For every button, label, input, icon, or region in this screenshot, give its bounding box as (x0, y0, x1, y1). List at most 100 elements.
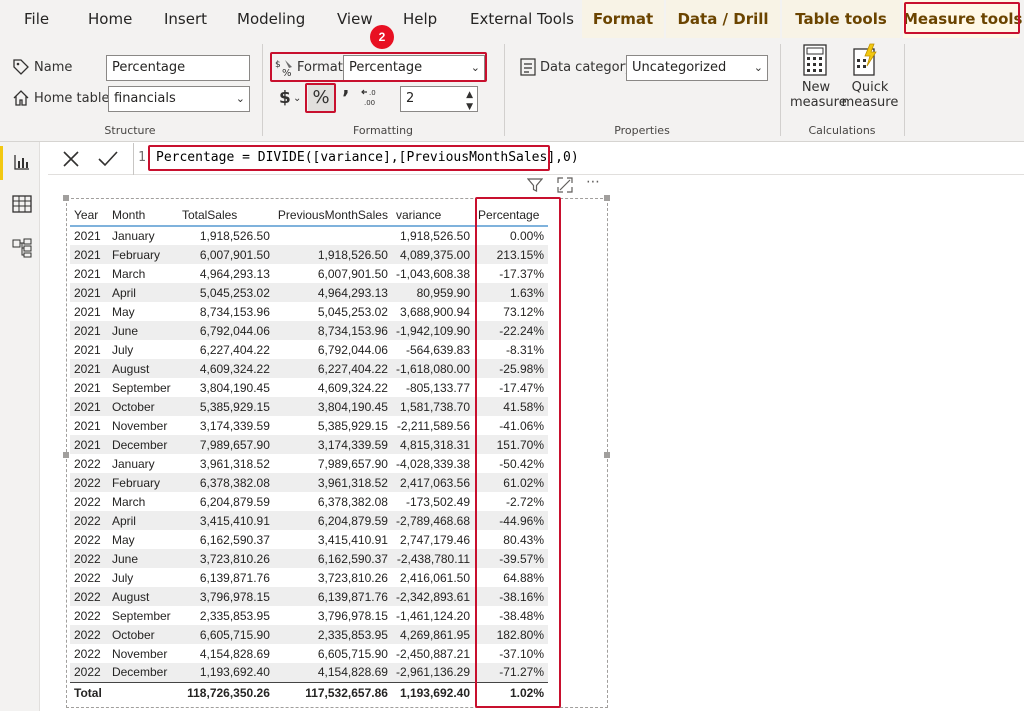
table-cell: 6,227,404.22 (273, 359, 392, 378)
data-view-icon[interactable] (12, 195, 32, 217)
table-cell: 4,609,324.22 (177, 359, 274, 378)
table-cell: 2022 (70, 549, 108, 568)
tab-format[interactable]: Format (582, 0, 664, 38)
currency-button[interactable]: $ (279, 88, 291, 108)
quick-measure-button[interactable]: Quick measure (840, 80, 900, 110)
tab-table-tools[interactable]: Table tools (782, 0, 900, 38)
table-cell: 8,734,153.96 (273, 321, 392, 340)
home-icon (12, 89, 30, 111)
table-cell: -2,789,468.68 (391, 511, 475, 530)
table-cell: 3,688,900.94 (391, 302, 475, 321)
model-view-icon[interactable] (12, 238, 32, 262)
table-cell: 6,007,901.50 (177, 245, 274, 264)
table-cell: December (107, 435, 178, 454)
table-cell: November (107, 644, 178, 663)
home-table-label: Home table (34, 91, 110, 106)
table-cell: 8,734,153.96 (177, 302, 274, 321)
menu-bar: File Home Insert Modeling View Help Exte… (0, 0, 1024, 38)
table-cell: 3,804,190.45 (273, 397, 392, 416)
table-cell: 3,174,339.59 (177, 416, 274, 435)
tab-data-drill[interactable]: Data / Drill (666, 0, 780, 38)
decrease-decimal-icon[interactable]: .0.00 (360, 86, 382, 112)
data-category-select[interactable]: Uncategorized ⌄ (626, 55, 768, 81)
total-cell (107, 681, 178, 704)
menu-file[interactable]: File (24, 0, 49, 38)
report-view-icon[interactable] (13, 153, 31, 175)
table-cell: 2022 (70, 625, 108, 644)
quick-measure-line2: measure (841, 95, 899, 110)
table-cell (273, 226, 392, 245)
calculator-icon[interactable] (803, 44, 827, 80)
commit-check-icon[interactable] (97, 150, 119, 172)
table-cell: 2022 (70, 492, 108, 511)
focus-mode-icon[interactable] (557, 177, 573, 197)
table-cell: 6,139,871.76 (273, 587, 392, 606)
column-header-year[interactable]: Year (70, 204, 108, 227)
table-cell: 6,605,715.90 (177, 625, 274, 644)
resize-handle[interactable] (63, 452, 69, 458)
table-cell: 2022 (70, 606, 108, 625)
table-cell: 3,723,810.26 (273, 568, 392, 587)
resize-handle[interactable] (604, 195, 610, 201)
table-cell: -2,961,136.29 (391, 663, 475, 682)
table-cell: June (107, 549, 178, 568)
table-cell: 1,193,692.40 (177, 663, 274, 682)
table-cell: 2021 (70, 226, 108, 245)
table-cell: 4,609,324.22 (273, 378, 392, 397)
table-cell: 4,089,375.00 (391, 245, 475, 264)
table-cell: -4,028,339.38 (391, 454, 475, 473)
menu-view[interactable]: View (337, 0, 373, 38)
resize-handle[interactable] (63, 195, 69, 201)
formula-bar-buttons (48, 143, 134, 175)
table-cell: 4,815,318.31 (391, 435, 475, 454)
table-cell: October (107, 625, 178, 644)
menu-help[interactable]: Help (403, 0, 437, 38)
column-header-previousmonthsales[interactable]: PreviousMonthSales (273, 204, 392, 227)
table-cell: -2,438,780.11 (391, 549, 475, 568)
table-cell: 2022 (70, 663, 108, 682)
decimal-places-input[interactable]: 2 ▲ ▼ (400, 86, 478, 112)
column-header-totalsales[interactable]: TotalSales (177, 204, 274, 227)
menu-modeling[interactable]: Modeling (237, 0, 305, 38)
percent-highlight (305, 83, 336, 113)
spin-down-icon[interactable]: ▼ (466, 95, 473, 111)
svg-text:.0: .0 (369, 89, 376, 97)
table-cell: -1,043,608.38 (391, 264, 475, 283)
table-cell: 1,918,526.50 (391, 226, 475, 245)
chevron-down-icon[interactable]: ⌄ (293, 93, 301, 104)
table-cell: 6,162,590.37 (177, 530, 274, 549)
menu-insert[interactable]: Insert (164, 0, 207, 38)
column-header-month[interactable]: Month (107, 204, 178, 227)
quick-measure-icon[interactable] (852, 43, 880, 81)
table-cell: 2,335,853.95 (177, 606, 274, 625)
cancel-icon[interactable] (62, 150, 80, 172)
table-cell: 6,204,879.59 (273, 511, 392, 530)
chevron-down-icon: ⌄ (235, 92, 245, 105)
comma-style-button[interactable]: ’ (342, 86, 350, 110)
more-options-icon[interactable]: ⋯ (586, 174, 600, 190)
table-cell: 2021 (70, 416, 108, 435)
table-cell: 2021 (70, 359, 108, 378)
table-cell: 6,792,044.06 (273, 340, 392, 359)
table-cell: -1,461,124.20 (391, 606, 475, 625)
name-input[interactable]: Percentage (106, 55, 250, 81)
table-cell: 6,378,382.08 (177, 473, 274, 492)
table-cell: October (107, 397, 178, 416)
resize-handle[interactable] (604, 452, 610, 458)
home-table-select[interactable]: financials ⌄ (108, 86, 250, 112)
filter-icon[interactable] (526, 177, 544, 197)
new-measure-button[interactable]: New measure (790, 80, 847, 110)
table-cell: 3,796,978.15 (273, 606, 392, 625)
table-cell: 2022 (70, 568, 108, 587)
ribbon-separator (780, 44, 781, 136)
table-cell: -1,618,080.00 (391, 359, 475, 378)
column-header-variance[interactable]: variance (391, 204, 475, 227)
table-cell: 4,269,861.95 (391, 625, 475, 644)
menu-home[interactable]: Home (88, 0, 132, 38)
menu-external-tools[interactable]: External Tools (470, 0, 574, 38)
chevron-down-icon: ⌄ (753, 61, 763, 74)
table-cell: 7,989,657.90 (177, 435, 274, 454)
table-cell: 5,045,253.02 (177, 283, 274, 302)
table-cell: -564,639.83 (391, 340, 475, 359)
table-cell: 2021 (70, 435, 108, 454)
